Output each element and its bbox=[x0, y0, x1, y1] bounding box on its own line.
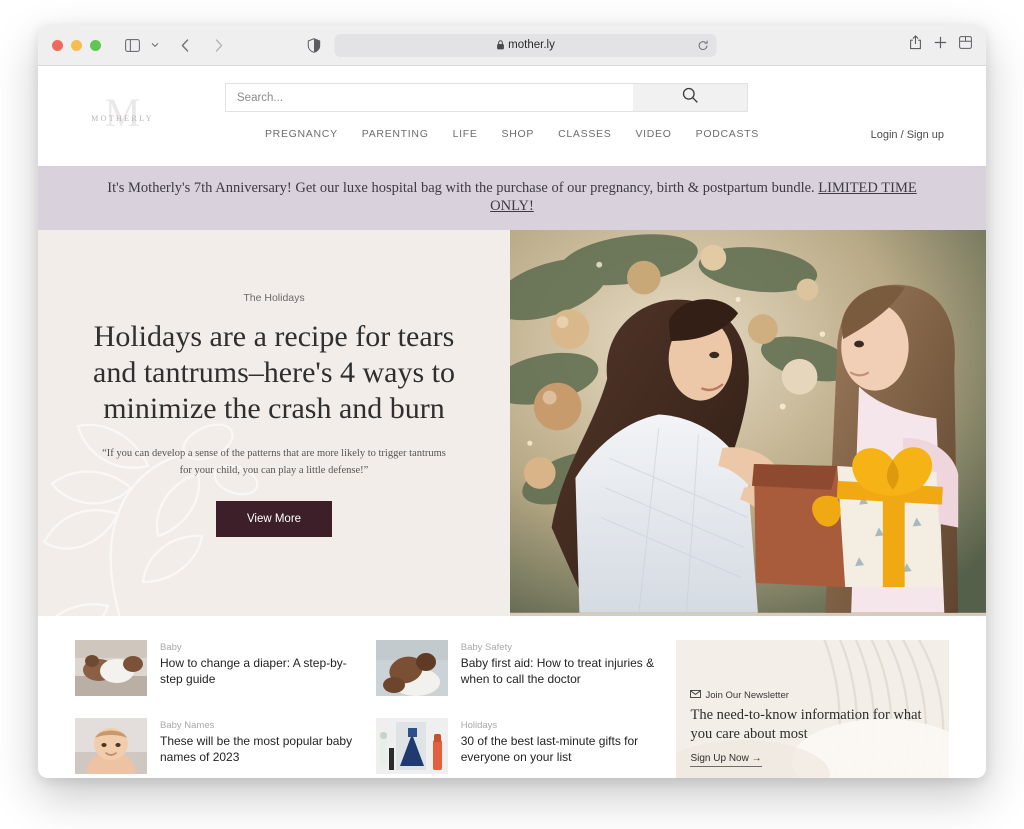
card-title: These will be the most popular baby name… bbox=[160, 734, 353, 765]
address-bar[interactable]: mother.ly bbox=[334, 33, 717, 57]
url-label: mother.ly bbox=[508, 39, 555, 51]
nav-item-parenting[interactable]: PARENTING bbox=[362, 128, 429, 140]
search-input[interactable] bbox=[225, 83, 633, 112]
address-bar-area: mother.ly bbox=[307, 33, 717, 57]
list-item[interactable]: Holidays 30 of the best last-minute gift… bbox=[375, 718, 655, 775]
privacy-shield-icon[interactable] bbox=[307, 37, 321, 53]
card-category: Holidays bbox=[460, 720, 498, 732]
page-viewport: M MOTHERLY Login / Sign up PREGNANCY bbox=[38, 66, 986, 778]
list-item[interactable]: Baby How to change a diaper: A step-by-s… bbox=[75, 640, 354, 697]
close-window-button[interactable] bbox=[52, 39, 63, 51]
nav-item-video[interactable]: VIDEO bbox=[635, 128, 671, 140]
newsletter-kicker-label: Join Our Newsletter bbox=[705, 690, 789, 702]
baby-first-aid-photo bbox=[375, 640, 448, 697]
hero-photo-illustration bbox=[510, 230, 986, 614]
reload-icon[interactable] bbox=[698, 40, 709, 51]
nav-item-pregnancy[interactable]: PREGNANCY bbox=[265, 128, 338, 140]
back-arrow-icon[interactable] bbox=[172, 33, 198, 57]
search-icon bbox=[682, 87, 698, 108]
lock-icon bbox=[496, 40, 504, 50]
url-text-group: mother.ly bbox=[496, 39, 555, 51]
hero-quote: “If you can develop a sense of the patte… bbox=[102, 448, 446, 476]
card-category: Baby Names bbox=[160, 720, 215, 732]
announcement-banner: It's Motherly's 7th Anniversary! Get our… bbox=[38, 166, 986, 231]
list-item[interactable]: Baby Names These will be the most popula… bbox=[75, 718, 354, 775]
main-navigation: PREGNANCY PARENTING LIFE SHOP CLASSES VI… bbox=[38, 128, 986, 140]
newsletter-kicker: Join Our Newsletter bbox=[690, 690, 949, 701]
minimize-window-button[interactable] bbox=[71, 39, 82, 51]
card-title: Baby first aid: How to treat injuries & … bbox=[460, 656, 655, 687]
chevron-down-icon[interactable] bbox=[148, 33, 162, 57]
card-thumbnail bbox=[375, 718, 448, 775]
search-bar bbox=[225, 83, 748, 112]
card-text: Baby How to change a diaper: A step-by-s… bbox=[160, 640, 354, 696]
list-item[interactable]: Baby Safety Baby first aid: How to treat… bbox=[375, 640, 655, 697]
card-text: Holidays 30 of the best last-minute gift… bbox=[461, 718, 655, 774]
announcement-text: It's Motherly's 7th Anniversary! Get our… bbox=[107, 180, 819, 196]
maximize-window-button[interactable] bbox=[90, 39, 101, 51]
card-thumbnail bbox=[75, 718, 147, 775]
baby-portrait-photo bbox=[75, 718, 147, 775]
hero-image bbox=[510, 230, 986, 617]
forward-arrow-icon[interactable] bbox=[206, 33, 232, 57]
nav-item-podcasts[interactable]: PODCASTS bbox=[696, 128, 759, 140]
newsletter-headline: The need-to-know information for what yo… bbox=[690, 707, 922, 743]
gift-products-photo bbox=[375, 718, 448, 775]
browser-window: mother.ly M MOTHERLY Search... Login / S… bbox=[38, 25, 986, 778]
hero-headline: Holidays are a recipe for tears and tant… bbox=[93, 320, 455, 425]
sidebar-toggle-icon[interactable] bbox=[119, 33, 145, 57]
nav-item-life[interactable]: LIFE bbox=[453, 128, 478, 140]
cards-column-two: Baby Safety Baby first aid: How to treat… bbox=[375, 640, 655, 778]
card-text: Baby Names These will be the most popula… bbox=[160, 718, 354, 774]
cards-column-one: Baby How to change a diaper: A step-by-s… bbox=[75, 640, 354, 778]
hero-content: The Holidays Holidays are a recipe for t… bbox=[38, 230, 510, 617]
card-category: Baby bbox=[160, 642, 182, 654]
search-submit-button[interactable] bbox=[633, 83, 748, 112]
sidebar-controls bbox=[119, 33, 162, 57]
toolbar-right-actions bbox=[909, 35, 972, 55]
share-icon[interactable] bbox=[909, 35, 922, 55]
nav-item-classes[interactable]: CLASSES bbox=[558, 128, 611, 140]
card-thumbnail bbox=[375, 640, 448, 697]
newsletter-signup-link[interactable]: Sign Up Now → bbox=[690, 753, 762, 767]
card-title: 30 of the best last-minute gifts for eve… bbox=[460, 734, 639, 765]
plus-icon[interactable] bbox=[934, 36, 947, 54]
view-more-button[interactable]: View More bbox=[216, 500, 332, 537]
article-cards-strip: Baby How to change a diaper: A step-by-s… bbox=[38, 616, 986, 778]
nav-item-shop[interactable]: SHOP bbox=[502, 128, 535, 140]
card-thumbnail bbox=[75, 640, 147, 697]
card-title: How to change a diaper: A step-by-step g… bbox=[160, 656, 347, 687]
diaper-change-photo bbox=[75, 640, 147, 697]
site-header: M MOTHERLY Login / Sign up PREGNANCY bbox=[38, 66, 986, 166]
tab-overview-icon[interactable] bbox=[959, 36, 972, 54]
card-category: Baby Safety bbox=[460, 642, 512, 654]
browser-toolbar: mother.ly bbox=[38, 25, 986, 66]
hero-section: The Holidays Holidays are a recipe for t… bbox=[38, 230, 986, 617]
newsletter-content: Join Our Newsletter The need-to-know inf… bbox=[690, 690, 949, 767]
hero-eyebrow: The Holidays bbox=[243, 292, 305, 305]
newsletter-widget[interactable]: Join Our Newsletter The need-to-know inf… bbox=[676, 640, 950, 778]
envelope-icon bbox=[690, 690, 702, 701]
navigation-arrows bbox=[172, 33, 232, 57]
card-text: Baby Safety Baby first aid: How to treat… bbox=[461, 640, 655, 696]
logo-wordmark: MOTHERLY bbox=[91, 113, 154, 123]
window-controls bbox=[52, 39, 101, 51]
